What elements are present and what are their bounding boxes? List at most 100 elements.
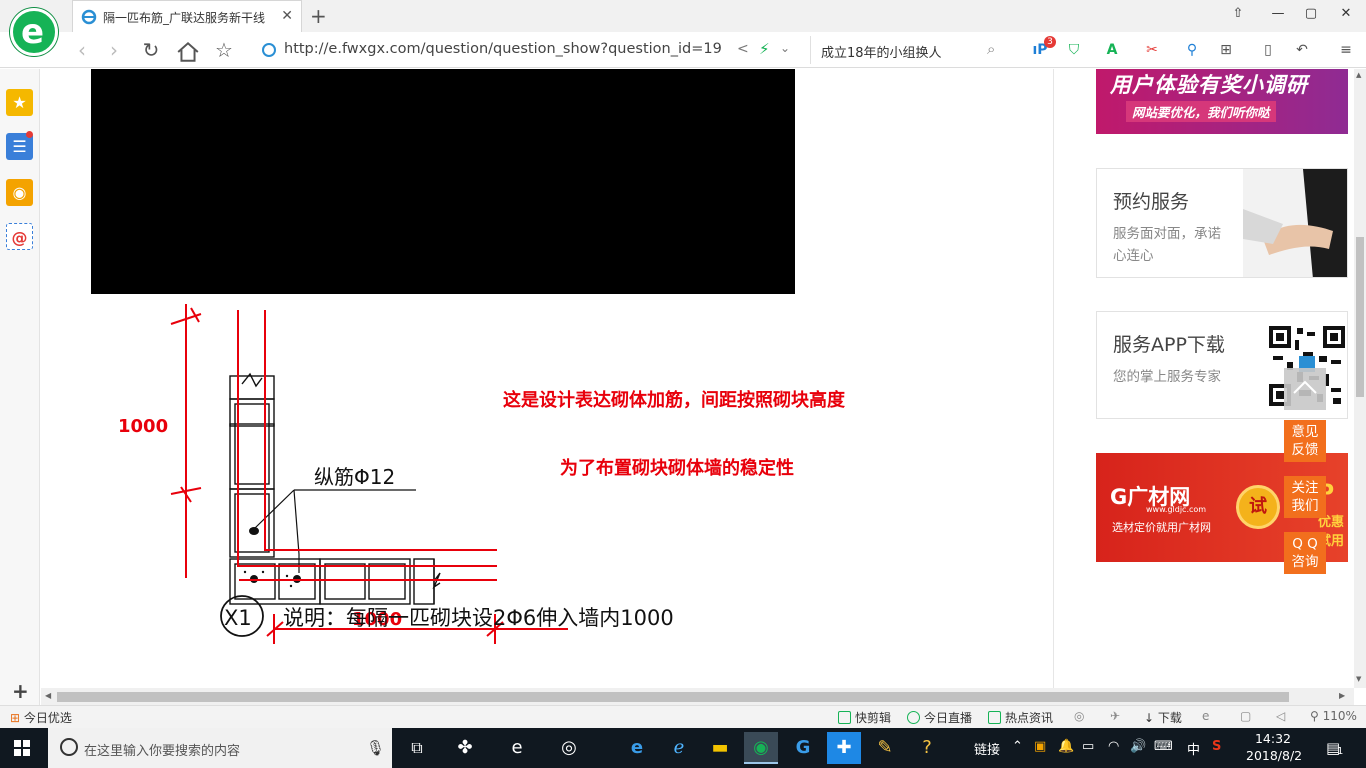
keyboard-icon[interactable]: ⌨ — [1154, 739, 1173, 754]
taskbar-search-box[interactable]: 在这里输入你要搜索的内容 🎙 — [48, 728, 392, 768]
speed-mode-icon[interactable]: ⚡ — [759, 40, 770, 58]
glodon-g-icon[interactable]: G — [786, 732, 820, 764]
tablet-icon[interactable]: ▯ — [1258, 40, 1278, 60]
screenshot-icon[interactable]: ✂ — [1142, 40, 1162, 60]
address-url[interactable]: http://e.fwxgx.com/question/question_sho… — [284, 41, 722, 57]
browser-toolbar: ‹ › ↻ ☆ http://e.fwxgx.com/question/ques… — [0, 32, 1366, 68]
minimize-button[interactable]: — — [1268, 6, 1288, 26]
zoom-level[interactable]: ⚲ 110% — [1310, 709, 1357, 723]
close-button[interactable]: ✕ — [1336, 6, 1356, 26]
gldjc-url: www.gldjc.com — [1146, 505, 1207, 514]
qq-consult-button[interactable]: Q Q 咨询 — [1284, 532, 1326, 574]
zoom-label: 110% — [1322, 709, 1357, 723]
browser-logo-icon[interactable]: e — [10, 8, 58, 56]
tab-title: 隔一匹布筋_广联达服务新干线 — [103, 11, 266, 25]
today-live[interactable]: 今日直播 — [907, 709, 972, 726]
appointment-service-card[interactable]: 预约服务 服务面对面，承诺心连心 — [1096, 168, 1348, 278]
browser-bell-icon[interactable]: ◎ — [552, 732, 586, 764]
taskbar-search-input[interactable]: 在这里输入你要搜索的内容 — [84, 740, 240, 759]
edge-icon[interactable]: e — [620, 732, 654, 764]
chevron-down-icon[interactable]: ⌄ — [780, 41, 790, 55]
zoom-search-icon[interactable]: ⚲ — [1182, 40, 1202, 60]
hot-news[interactable]: 热点资讯 — [988, 709, 1053, 726]
task-view-icon[interactable]: ⧉ — [400, 732, 434, 764]
horizontal-scrollbar[interactable]: ◀ ▶ — [41, 688, 1354, 705]
scroll-left-arrow-icon[interactable]: ◀ — [45, 691, 51, 700]
window-icon[interactable]: ▢ — [1240, 709, 1251, 723]
speed-icon[interactable]: ◎ — [1074, 709, 1084, 723]
undo-icon[interactable]: ↶ — [1292, 40, 1312, 60]
zoom-icon: ⚲ — [1310, 709, 1319, 723]
favorite-star-icon[interactable]: ☆ — [212, 38, 236, 62]
sogou-ime-icon[interactable]: S — [1212, 739, 1221, 754]
back-to-top-button[interactable] — [1284, 368, 1326, 410]
secure-site-icon — [262, 43, 276, 57]
weibo-icon[interactable]: ◉ — [6, 179, 33, 206]
ie-mode-icon[interactable]: e — [1202, 709, 1209, 723]
edge-legacy-icon[interactable]: e — [500, 732, 534, 764]
pinwheel-app-icon[interactable]: ✤ — [448, 732, 482, 764]
maximize-button[interactable]: ▢ — [1301, 6, 1321, 26]
pin-window-icon[interactable]: ⇧ — [1228, 6, 1248, 26]
scroll-down-arrow-icon[interactable]: ▼ — [1356, 675, 1361, 683]
add-app-icon[interactable]: ✚ — [827, 732, 861, 764]
search-box[interactable]: 成立18年的小组换人 ⌕ — [810, 36, 1006, 64]
chevron-up-icon — [1293, 380, 1317, 394]
clock-date[interactable]: 2018/8/2 — [1246, 748, 1302, 763]
tab-active[interactable]: 隔一匹布筋_广联达服务新干线 ✕ — [72, 0, 302, 32]
battery-icon[interactable]: ▭ — [1082, 739, 1094, 754]
refresh-icon[interactable]: ↻ — [139, 38, 163, 62]
survey-banner[interactable]: 用户体验有奖小调研 网站要优化，我们听你哒 — [1096, 69, 1348, 134]
scroll-right-arrow-icon[interactable]: ▶ — [1339, 691, 1345, 700]
microphone-icon[interactable]: 🎙 — [366, 739, 385, 757]
ime-indicator[interactable]: 中 — [1187, 739, 1200, 758]
windows-start-icon[interactable] — [14, 740, 30, 756]
wifi-icon[interactable]: ◠ — [1108, 739, 1119, 754]
address-bar[interactable]: http://e.fwxgx.com/question/question_sho… — [258, 36, 804, 64]
page-content: 纵筋Φ12 1000 1000 这是设计表达砌体加筋，间距按照砌块高度 为了布置… — [41, 69, 1354, 688]
ie-icon[interactable]: ℯ — [662, 732, 696, 764]
tray-app-icon[interactable]: ▣ — [1034, 739, 1046, 754]
share-icon[interactable]: < — [737, 41, 749, 57]
home-icon[interactable] — [176, 40, 200, 64]
horizontal-scroll-thumb[interactable] — [57, 692, 1289, 702]
forward-icon[interactable]: › — [102, 38, 126, 62]
cortana-circle-icon — [60, 738, 78, 756]
back-icon[interactable]: ‹ — [70, 38, 94, 62]
translate-icon[interactable]: A — [1102, 40, 1122, 60]
follow-us-button[interactable]: 关注 我们 — [1284, 476, 1326, 518]
volume-icon[interactable]: 🔊 — [1130, 739, 1146, 754]
shield-icon[interactable]: ⛉ — [1064, 40, 1084, 60]
today-picks[interactable]: ⊞ 今日优选 — [10, 709, 72, 726]
search-icon[interactable]: ⌕ — [987, 40, 995, 58]
download-icon: ↓ — [1144, 711, 1155, 725]
links-label[interactable]: 链接 — [974, 739, 1000, 758]
sidebar-add-icon[interactable]: + — [12, 679, 29, 703]
email-icon[interactable]: @ — [6, 223, 33, 250]
download[interactable]: ↓ 下载 — [1144, 709, 1182, 726]
masonry-blocks — [229, 372, 441, 605]
360-browser-taskbar-icon[interactable]: ◉ — [744, 732, 778, 764]
site-favicon-icon — [81, 9, 97, 25]
vertical-scroll-thumb[interactable] — [1356, 237, 1364, 397]
menu-icon[interactable]: ≡ — [1336, 40, 1356, 60]
favorites-star-icon[interactable]: ★ — [6, 89, 33, 116]
quick-clip[interactable]: 快剪辑 — [838, 709, 891, 726]
file-explorer-icon[interactable]: ▬ — [703, 732, 737, 764]
apps-grid-icon[interactable]: ⊞ — [1216, 40, 1236, 60]
today-live-label: 今日直播 — [924, 711, 973, 725]
vertical-scrollbar[interactable]: ▲ ▼ — [1354, 69, 1366, 688]
feedback-button[interactable]: 意见 反馈 — [1284, 420, 1326, 462]
mute-icon[interactable]: ◁ — [1276, 709, 1285, 723]
clock-time[interactable]: 14:32 — [1246, 731, 1300, 746]
search-input[interactable]: 成立18年的小组换人 — [821, 42, 942, 61]
tray-chevron-up-icon[interactable]: ⌃ — [1012, 739, 1023, 754]
help-app-icon[interactable]: ? — [910, 732, 944, 764]
pin-icon[interactable]: ✈ — [1110, 709, 1120, 723]
new-tab-icon[interactable]: + — [310, 4, 327, 28]
tray-bell-icon[interactable]: 🔔 — [1058, 739, 1074, 754]
detail-mark: X1 — [224, 606, 252, 630]
scroll-up-arrow-icon[interactable]: ▲ — [1356, 71, 1361, 79]
tab-close-icon[interactable]: ✕ — [281, 8, 293, 24]
notes-app-icon[interactable]: ✎ — [868, 732, 902, 764]
